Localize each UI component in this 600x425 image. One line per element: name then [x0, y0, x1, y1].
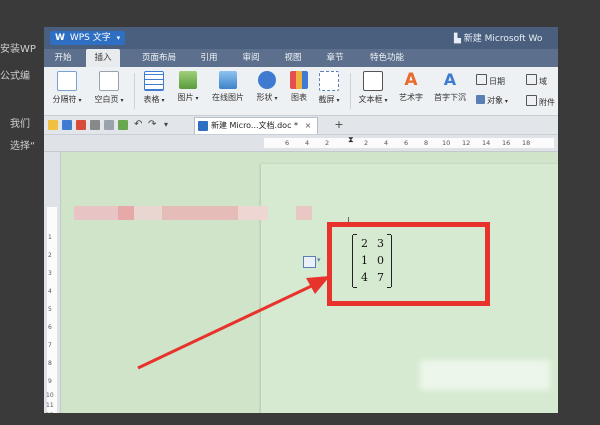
- blurred-watermark: [420, 360, 550, 390]
